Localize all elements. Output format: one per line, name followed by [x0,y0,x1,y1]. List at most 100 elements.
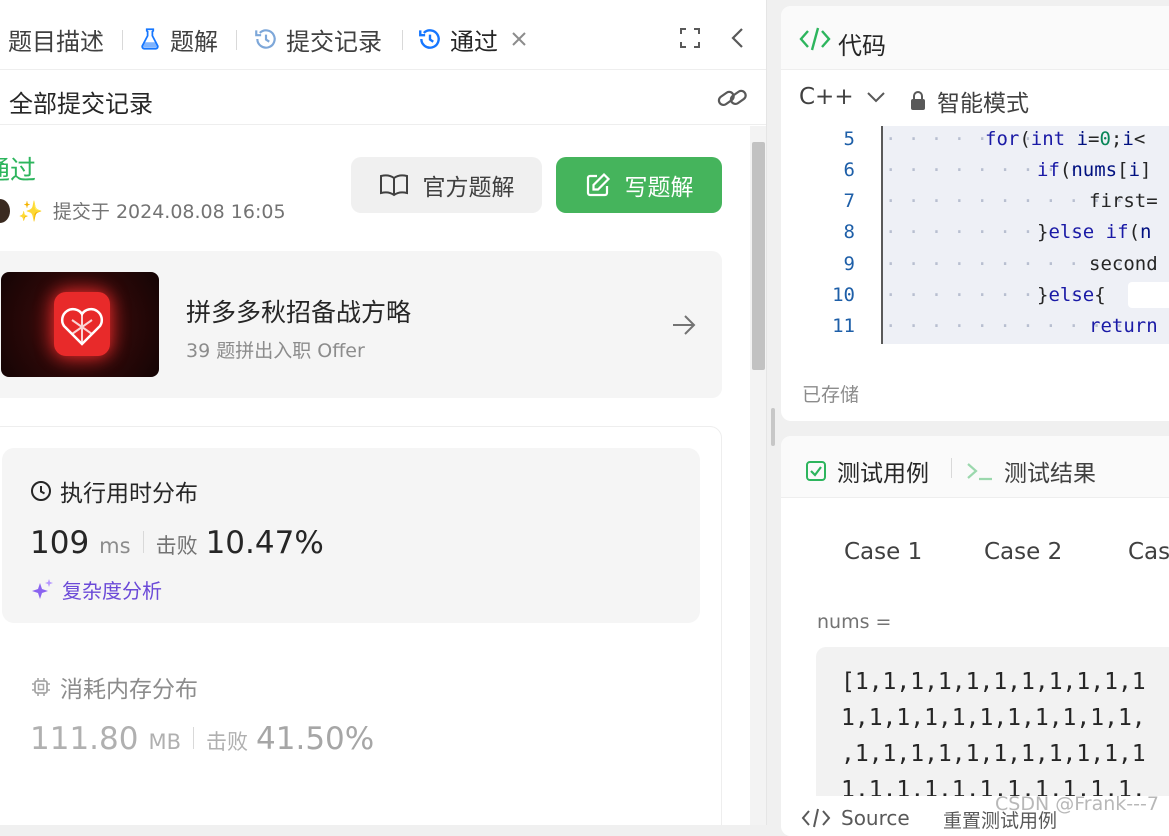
tab-submissions-label: 提交记录 [286,27,382,56]
code-line[interactable]: 9 · · · · · · · · · · · second [781,248,1169,279]
submission-subheader: 全部提交记录 [0,70,766,125]
sparkles-icon [32,578,53,599]
complexity-analysis-link[interactable]: 复杂度分析 [30,575,162,604]
runtime-value: 109 [30,525,90,561]
code-line[interactable]: 10 · · · · · · · · · }else{ [781,279,1169,310]
fullscreen-icon[interactable] [678,26,702,54]
divider [142,531,144,553]
link-icon[interactable] [716,84,748,116]
runtime-title: 执行用时分布 [30,474,198,508]
code-panel: 代码 C++ 智能模式 5 · · · · · · · for(int i=0;… [781,6,1169,421]
language-select[interactable]: C++ [799,84,886,110]
edit-icon [586,172,610,197]
avatar [0,198,10,223]
language-label: C++ [799,84,854,110]
runtime-unit: ms [99,534,131,558]
tab-testcases-label: 测试用例 [837,461,929,487]
divider [193,727,195,749]
tab-divider [236,30,237,50]
tab-solutions[interactable]: 题解 [136,22,218,56]
promo-title: 拼多多秋招备战方略 [186,298,412,327]
tab-description[interactable]: 题目描述 [8,22,104,56]
runtime-beat-label: 击败 [155,534,198,558]
chevron-left-icon[interactable] [728,26,748,54]
line-number: 6 [843,158,855,181]
inline-hint [1128,282,1169,308]
official-solution-label: 官方题解 [422,175,515,201]
code-line[interactable]: 7 · · · · · · · · · · · first= [781,185,1169,216]
tab-testcases[interactable]: 测试用例 [805,454,929,488]
line-number: 11 [832,314,855,337]
smart-mode-label: 智能模式 [937,91,1029,117]
tab-divider [402,30,403,50]
line-number: 10 [832,283,855,306]
case-tab-2[interactable]: Case 2 [984,539,1062,565]
complexity-analysis-label: 复杂度分析 [62,579,162,603]
testcase-input[interactable]: [1,1,1,1,1,1,1,1,1,1,1 1,1,1,1,1,1,1,1,1… [816,647,1169,807]
memory-value: 111.80 [30,721,139,757]
code-icon [799,26,831,56]
code-icon [801,808,831,828]
source-label: Source [841,806,910,830]
checkbox-icon [806,461,826,481]
tab-accepted-label: 通过 [450,27,498,56]
input-line: 1,1,1,1,1,1,1,1,1,1,1, [841,705,1146,731]
line-number: 9 [843,252,855,275]
clock-icon [31,481,51,501]
line-number: 5 [843,127,855,150]
chip-icon [32,678,50,696]
code-line[interactable]: 8 · · · · · · · · · }else if(n [781,216,1169,247]
code-line[interactable]: 11 · · · · · · · · · · · return [781,310,1169,341]
memory-stats: 111.80 MB 击败 41.50% [30,721,374,757]
memory-unit: MB [148,730,182,754]
code-line[interactable]: 5 · · · · · · · for(int i=0;i< [781,123,1169,154]
runtime-beat-percent: 10.47% [205,525,324,561]
memory-beat-percent: 41.50% [256,721,375,757]
promo-subtitle: 39 题拼出入职 Offer [186,340,365,362]
official-solution-button[interactable]: 官方题解 [351,157,542,213]
all-submissions-title: 全部提交记录 [9,90,153,118]
terminal-icon [967,463,992,481]
tab-divider [122,30,123,50]
panel-resize-handle[interactable] [771,408,775,446]
code-panel-header: 代码 [781,6,1169,70]
history-icon [416,25,444,53]
promo-image [1,272,159,377]
submitted-time: 提交于 2024.08.08 16:05 [52,201,286,223]
write-solution-button[interactable]: 写题解 [556,157,722,213]
tab-solutions-label: 题解 [170,27,218,56]
tab-test-results[interactable]: 测试结果 [966,454,1096,488]
submission-meta: ✨ 提交于 2024.08.08 16:05 [0,197,286,224]
source-button[interactable]: Source [801,806,910,830]
tab-accepted[interactable]: 通过 [416,22,528,56]
status-accepted: 通过 [0,156,37,186]
scrollbar-thumb[interactable] [752,142,765,370]
tab-test-results-label: 测试结果 [1004,461,1096,487]
left-tab-bar: 题目描述 题解 提交记录 通过 [0,0,766,70]
book-icon [379,174,408,197]
flask-icon [136,25,164,53]
tab-submissions[interactable]: 提交记录 [252,22,382,56]
case-tab-1[interactable]: Case 1 [844,539,922,565]
line-number: 8 [843,220,855,243]
memory-title[interactable]: 消耗内存分布 [30,670,198,704]
submission-panel: 题目描述 题解 提交记录 通过 全部提交记录 过 ✨ 提交于 2024.08.0… [0,0,767,825]
line-number: 7 [843,189,855,212]
saved-status: 已存储 [802,384,860,406]
case-tab-3[interactable]: Cas [1128,539,1169,565]
input-line: ,1,1,1,1,1,1,1,1,1,1,1 [841,741,1146,767]
promo-card[interactable]: 拼多多秋招备战方略 39 题拼出入职 Offer [0,251,722,398]
runtime-title-label: 执行用时分布 [60,481,198,507]
smart-mode-toggle[interactable]: 智能模式 [909,84,1029,118]
code-line[interactable]: 6 · · · · · · · · · if(nums[i] [781,154,1169,185]
input-line: [1,1,1,1,1,1,1,1,1,1,1 [841,669,1146,695]
chevron-down-icon [866,92,885,103]
watermark: CSDN @Frank---7 [995,793,1159,815]
tab-description-label: 题目描述 [8,27,104,56]
close-icon[interactable] [510,30,528,48]
write-solution-label: 写题解 [624,175,694,201]
runtime-stats: 109 ms 击败 10.47% [30,525,324,561]
history-icon [252,25,280,53]
input-label: nums = [817,611,892,633]
lock-icon [911,91,925,110]
